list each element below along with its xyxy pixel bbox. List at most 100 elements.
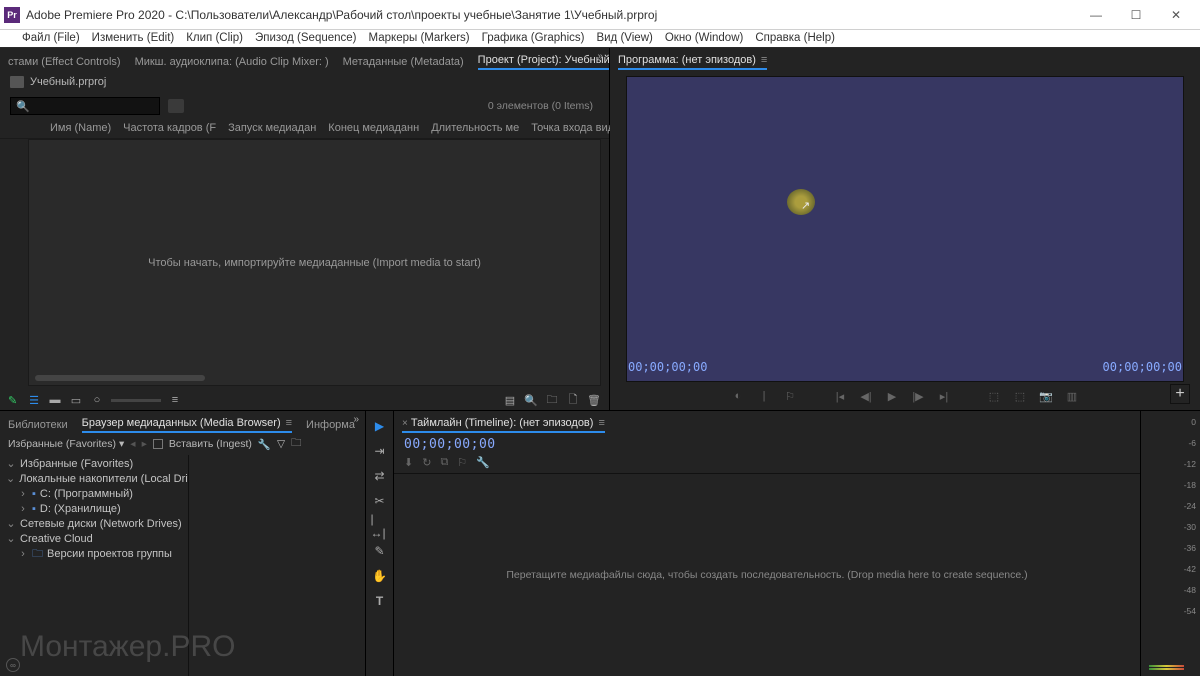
col-dur[interactable]: Длительность ме (431, 122, 531, 134)
new-item-icon[interactable]: 🗋 (566, 394, 580, 406)
nav-forward-icon[interactable]: ▸ (142, 438, 147, 450)
tree-creative-cloud[interactable]: ⌄Creative Cloud (6, 532, 182, 547)
write-pen-icon[interactable]: ✎ (8, 394, 20, 406)
list-view-icon[interactable]: ☰ (27, 394, 41, 406)
selection-tool-icon[interactable]: ▶ (371, 417, 389, 435)
tab-audio-mixer[interactable]: Микш. аудиоклипа: (Audio Clip Mixer: ) (135, 56, 329, 70)
tree-drive-c[interactable]: ›▪C: (Программный) (6, 487, 182, 502)
tab-timeline[interactable]: ×Таймлайн (Timeline): (нет эпизодов)≡ (402, 417, 605, 433)
go-to-out-icon[interactable]: ▸| (936, 390, 952, 403)
program-monitor-panel: Программа: (нет эпизодов)≡ 00;00;00;00 0… (610, 48, 1200, 410)
step-back-icon[interactable]: ◀| (858, 390, 874, 403)
sort-icon[interactable]: ≡ (168, 394, 182, 406)
tab-media-browser[interactable]: Браузер медиаданных (Media Browser)≡ (82, 417, 292, 433)
zoom-slider-handle[interactable]: ○ (90, 394, 104, 406)
tab-info[interactable]: Информа (306, 419, 355, 433)
watermark: Монтажер.PRO (20, 630, 235, 664)
find-icon[interactable]: 🔍 (524, 394, 538, 406)
menu-view[interactable]: Вид (View) (596, 32, 652, 44)
close-button[interactable]: ✕ (1156, 4, 1196, 26)
hamburger-icon[interactable]: ≡ (761, 54, 767, 66)
project-panel: стами (Effect Controls) Микш. аудиоклипа… (0, 48, 610, 410)
auto-sequence-icon[interactable]: ▤ (503, 394, 517, 406)
project-columns: Имя (Name) Частота кадров (F Запуск меди… (0, 118, 609, 139)
menu-file[interactable]: Файл (File) (22, 32, 80, 44)
mark-in-icon[interactable]: ◐ (730, 390, 746, 402)
insert-icon[interactable]: ⬇ (404, 456, 413, 469)
button-add-panel[interactable]: + (1170, 384, 1190, 404)
nav-back-icon[interactable]: ◂ (130, 438, 135, 450)
export-frame-icon[interactable]: 📷 (1038, 390, 1054, 403)
step-forward-icon[interactable]: |▶ (910, 390, 926, 403)
creative-cloud-icon[interactable]: ∞ (6, 658, 20, 672)
hamburger-icon[interactable]: ≡ (598, 417, 604, 429)
tree-favorites[interactable]: ⌄Избранные (Favorites) (6, 457, 182, 472)
trash-icon[interactable]: 🗑 (587, 394, 601, 406)
ripple-tool-icon[interactable]: ⇄ (371, 467, 389, 485)
program-video-viewport[interactable] (626, 76, 1184, 382)
minimize-button[interactable]: — (1076, 4, 1116, 26)
tab-project[interactable]: Проект (Project): Учебный≡ (478, 54, 609, 70)
menu-edit[interactable]: Изменить (Edit) (92, 32, 175, 44)
menu-clip[interactable]: Клип (Clip) (186, 32, 243, 44)
filter-button[interactable] (168, 99, 184, 113)
search-icon: 🔍 (16, 100, 30, 113)
go-to-in-icon[interactable]: |◂ (832, 390, 848, 403)
menu-help[interactable]: Справка (Help) (755, 32, 835, 44)
col-fps[interactable]: Частота кадров (F (123, 122, 228, 134)
timecode-current[interactable]: 00;00;00;00 (628, 360, 707, 374)
razor-tool-icon[interactable]: ✂ (371, 492, 389, 510)
horizontal-scrollbar[interactable] (35, 375, 205, 381)
tree-team-projects[interactable]: ›🗀Версии проектов группы (6, 547, 182, 562)
project-bin-body[interactable]: Чтобы начать, импортируйте медиаданные (… (28, 139, 601, 386)
search-input[interactable]: 🔍 (10, 97, 160, 115)
project-file-name: Учебный.prproj (30, 76, 106, 88)
col-name[interactable]: Имя (Name) (50, 122, 123, 134)
tab-libraries[interactable]: Библиотеки (8, 419, 68, 433)
menu-graphics[interactable]: Графика (Graphics) (482, 32, 585, 44)
filter-icon[interactable]: ▽ (277, 438, 285, 450)
tabs-overflow-icon[interactable]: » (597, 51, 603, 62)
col-end[interactable]: Конец медиаданн (328, 122, 431, 134)
comparison-icon[interactable]: ▥ (1064, 390, 1080, 403)
snap-icon[interactable]: ⧉ (440, 456, 448, 469)
hamburger-icon[interactable]: ≡ (286, 417, 292, 429)
menu-markers[interactable]: Маркеры (Markers) (369, 32, 470, 44)
lift-icon[interactable]: ⬚ (986, 390, 1002, 403)
type-tool-icon[interactable]: T (371, 592, 389, 610)
tree-local-drives[interactable]: ⌄Локальные накопители (Local Driv (6, 472, 182, 487)
linked-selection-icon[interactable]: ⚐ (457, 456, 467, 469)
slip-tool-icon[interactable]: |↔| (371, 517, 389, 535)
hand-tool-icon[interactable]: ✋ (371, 567, 389, 585)
ingest-label: Вставить (Ingest) (169, 438, 252, 450)
ingest-checkbox[interactable] (153, 439, 163, 449)
marker-icon[interactable]: ⚐ (782, 390, 798, 403)
tree-drive-d[interactable]: ›▪D: (Хранилище) (6, 502, 182, 517)
play-icon[interactable]: ▶ (884, 390, 900, 403)
extract-icon[interactable]: ⬚ (1012, 390, 1028, 403)
settings-icon[interactable]: 🔧 (476, 456, 490, 469)
tabs-overflow-icon[interactable]: » (353, 414, 359, 425)
timeline-tracks[interactable]: Перетащите медиафайлы сюда, чтобы создат… (394, 473, 1140, 676)
maximize-button[interactable]: ☐ (1116, 4, 1156, 26)
tree-network-drives[interactable]: ⌄Сетевые диски (Network Drives) (6, 517, 182, 532)
new-bin-icon[interactable]: 🗀 (545, 394, 559, 406)
track-select-tool-icon[interactable]: ⇥ (371, 442, 389, 460)
menu-sequence[interactable]: Эпизод (Sequence) (255, 32, 357, 44)
tab-effect-controls[interactable]: стами (Effect Controls) (8, 56, 121, 70)
wrench-icon[interactable]: 🔧 (258, 438, 271, 451)
new-folder-icon[interactable]: 🗀 (291, 435, 302, 453)
meter-scale: 0-6-12 -18-24-30 -36-42-48 -54 (1145, 417, 1196, 616)
col-start[interactable]: Запуск медиадан (228, 122, 328, 134)
menu-window[interactable]: Окно (Window) (665, 32, 743, 44)
tab-metadata[interactable]: Метаданные (Metadata) (343, 56, 464, 70)
tab-program[interactable]: Программа: (нет эпизодов)≡ (618, 54, 767, 70)
freeform-view-icon[interactable]: ▭ (69, 394, 83, 406)
pen-tool-icon[interactable]: ✎ (371, 542, 389, 560)
icon-view-icon[interactable]: ▬ (48, 394, 62, 406)
zoom-slider[interactable] (111, 399, 161, 402)
favorites-dropdown[interactable]: Избранные (Favorites) ▾ (8, 438, 124, 450)
mark-out-icon[interactable]: | (756, 390, 772, 402)
overwrite-icon[interactable]: ↻ (422, 456, 431, 469)
playhead-timecode[interactable]: 00;00;00;00 (404, 437, 496, 452)
